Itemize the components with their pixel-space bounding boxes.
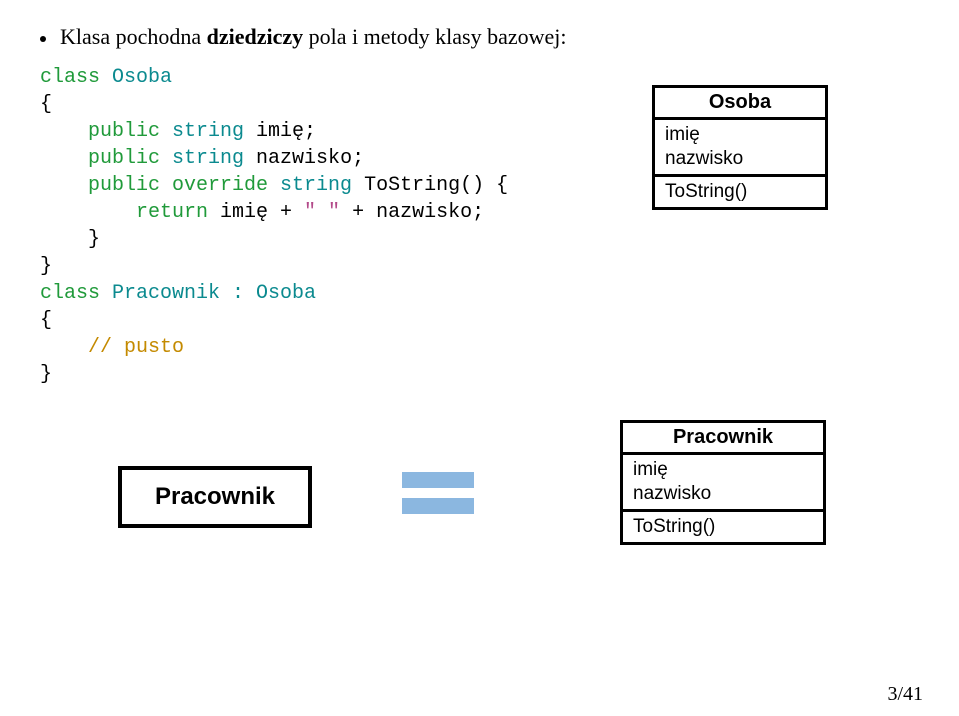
simple-pracownik-box: Pracownik bbox=[118, 466, 312, 528]
code-kw: class bbox=[40, 282, 100, 305]
code-text: imię + bbox=[208, 201, 304, 224]
bullet-dot bbox=[40, 36, 46, 42]
bullet-post: pola i metody klasy bazowej: bbox=[303, 24, 566, 49]
code-brace: } bbox=[40, 228, 100, 251]
uml-title: Pracownik bbox=[623, 423, 823, 455]
bullet-heading: Klasa pochodna dziedziczy pola i metody … bbox=[40, 24, 919, 50]
bullet-text: Klasa pochodna dziedziczy pola i metody … bbox=[60, 24, 566, 50]
code-type: Pracownik : bbox=[100, 282, 256, 305]
code-str: " " bbox=[304, 201, 340, 224]
uml-ops: ToString() bbox=[655, 177, 825, 208]
code-mod: public bbox=[40, 120, 172, 143]
code-brace: { bbox=[40, 309, 52, 332]
uml-pracownik: Pracownik imię nazwisko ToString() bbox=[620, 420, 826, 545]
code-text: imię; bbox=[244, 120, 316, 143]
equals-bar bbox=[402, 472, 474, 488]
code-text: ToString() { bbox=[352, 174, 508, 197]
code-kw: class bbox=[40, 66, 100, 89]
uml-attr: nazwisko bbox=[665, 147, 815, 171]
code-text: nazwisko; bbox=[244, 147, 364, 170]
page-number: 3/41 bbox=[887, 683, 923, 706]
code-type: Osoba bbox=[256, 282, 316, 305]
uml-op: ToString() bbox=[633, 515, 813, 540]
uml-osoba: Osoba imię nazwisko ToString() bbox=[652, 85, 828, 210]
code-type: string bbox=[280, 174, 352, 197]
bullet-bold: dziedziczy bbox=[207, 24, 304, 49]
uml-title: Osoba bbox=[655, 88, 825, 120]
code-mod: return bbox=[40, 201, 208, 224]
code-brace: } bbox=[40, 255, 52, 278]
simple-box-label: Pracownik bbox=[155, 483, 275, 511]
code-type: Osoba bbox=[100, 66, 172, 89]
code-type: string bbox=[172, 147, 244, 170]
code-type: string bbox=[172, 120, 244, 143]
bullet-pre: Klasa pochodna bbox=[60, 24, 207, 49]
code-mod: public override bbox=[40, 174, 280, 197]
code-comment: // pusto bbox=[40, 336, 184, 359]
uml-attrs: imię nazwisko bbox=[623, 455, 823, 512]
equals-bar bbox=[402, 498, 474, 514]
code-brace: } bbox=[40, 363, 52, 386]
uml-op: ToString() bbox=[665, 180, 815, 205]
uml-attr: imię bbox=[665, 123, 815, 147]
uml-attrs: imię nazwisko bbox=[655, 120, 825, 177]
uml-ops: ToString() bbox=[623, 512, 823, 543]
uml-attr: nazwisko bbox=[633, 482, 813, 506]
code-mod: public bbox=[40, 147, 172, 170]
equals-icon bbox=[402, 472, 474, 514]
code-text: + nazwisko; bbox=[340, 201, 484, 224]
code-brace: { bbox=[40, 93, 52, 116]
uml-attr: imię bbox=[633, 458, 813, 482]
